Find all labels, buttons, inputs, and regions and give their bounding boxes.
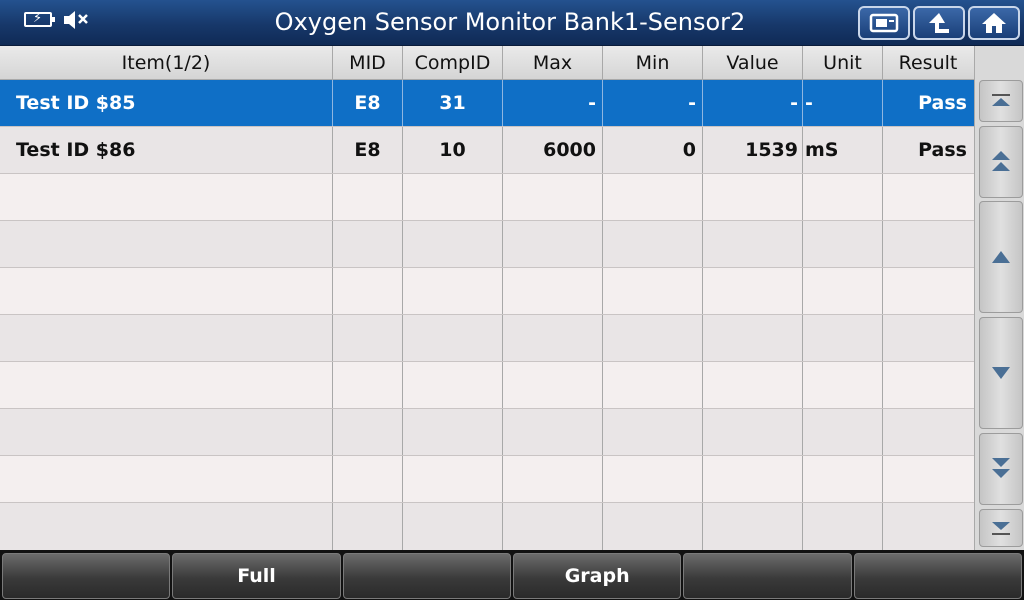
cell-max: 6000 — [503, 127, 603, 173]
column-header-value: Value — [703, 46, 803, 79]
mute-speaker-icon — [64, 11, 88, 29]
home-button[interactable] — [968, 6, 1020, 40]
empty-row — [0, 221, 974, 268]
cell-item: Test ID $85 — [0, 80, 333, 126]
cell-min: - — [603, 80, 703, 126]
scroll-bottom-icon — [992, 522, 1010, 535]
back-arrow-icon — [929, 13, 949, 33]
column-header-mid: MID — [333, 46, 403, 79]
page-down-button[interactable] — [979, 433, 1023, 505]
line-down-button[interactable] — [979, 317, 1023, 429]
function-button-3[interactable] — [342, 553, 511, 599]
page-up-button[interactable] — [979, 126, 1023, 198]
cell-value: 1539 — [703, 127, 803, 173]
scroll-bottom-button[interactable] — [979, 509, 1023, 547]
cell-compid: 31 — [403, 80, 503, 126]
cell-unit: mS — [803, 127, 883, 173]
back-button[interactable] — [913, 6, 965, 40]
table-header: Item(1/2) MID CompID Max Min Value Unit … — [0, 46, 974, 80]
full-button[interactable]: Full — [172, 553, 341, 599]
empty-row — [0, 315, 974, 362]
vertical-scrollbar[interactable] — [974, 46, 1024, 550]
graph-button[interactable]: Graph — [512, 553, 682, 599]
cell-unit: - — [803, 80, 883, 126]
function-button-1[interactable] — [2, 553, 171, 599]
table-row[interactable]: Test ID $86 E8 10 6000 0 1539 mS Pass — [0, 127, 974, 174]
line-down-icon — [992, 367, 1010, 379]
column-header-max: Max — [503, 46, 603, 79]
column-header-compid: CompID — [403, 46, 503, 79]
line-up-icon — [992, 251, 1010, 263]
empty-row — [0, 268, 974, 315]
screenshot-icon — [869, 13, 899, 33]
function-button-6[interactable] — [853, 553, 1022, 599]
empty-row — [0, 174, 974, 221]
cell-item: Test ID $86 — [0, 127, 333, 173]
function-key-bar: Full Graph — [0, 550, 1024, 600]
cell-result: Pass — [918, 139, 967, 161]
cell-min: 0 — [603, 127, 703, 173]
scroll-top-icon — [992, 94, 1010, 106]
home-icon — [982, 13, 1006, 33]
column-header-item: Item(1/2) — [0, 46, 333, 79]
column-header-unit: Unit — [803, 46, 883, 79]
screenshot-button[interactable] — [858, 6, 910, 40]
cell-result: Pass — [918, 92, 967, 114]
page-up-icon — [992, 151, 1010, 171]
scroll-top-button[interactable] — [979, 80, 1023, 122]
data-table: Item(1/2) MID CompID Max Min Value Unit … — [0, 46, 974, 550]
column-header-result: Result — [898, 51, 958, 74]
empty-row — [0, 503, 974, 550]
cell-mid: E8 — [333, 80, 403, 126]
table-row[interactable]: Test ID $85 E8 31 - - - - Pass — [0, 80, 974, 127]
battery-icon: ⚡ — [24, 11, 55, 27]
cell-max: - — [503, 80, 603, 126]
empty-row — [0, 456, 974, 503]
empty-row — [0, 362, 974, 409]
cell-mid: E8 — [333, 127, 403, 173]
cell-compid: 10 — [403, 127, 503, 173]
line-up-button[interactable] — [979, 201, 1023, 313]
empty-row — [0, 409, 974, 456]
cell-value: - — [703, 80, 803, 126]
page-title: Oxygen Sensor Monitor Bank1-Sensor2 — [274, 8, 746, 36]
function-button-5[interactable] — [683, 553, 852, 599]
title-bar: ⚡ Oxygen Sensor Monitor Bank1-Sensor2 — [0, 0, 1024, 46]
page-down-icon — [992, 458, 1010, 478]
column-header-min: Min — [603, 46, 703, 79]
